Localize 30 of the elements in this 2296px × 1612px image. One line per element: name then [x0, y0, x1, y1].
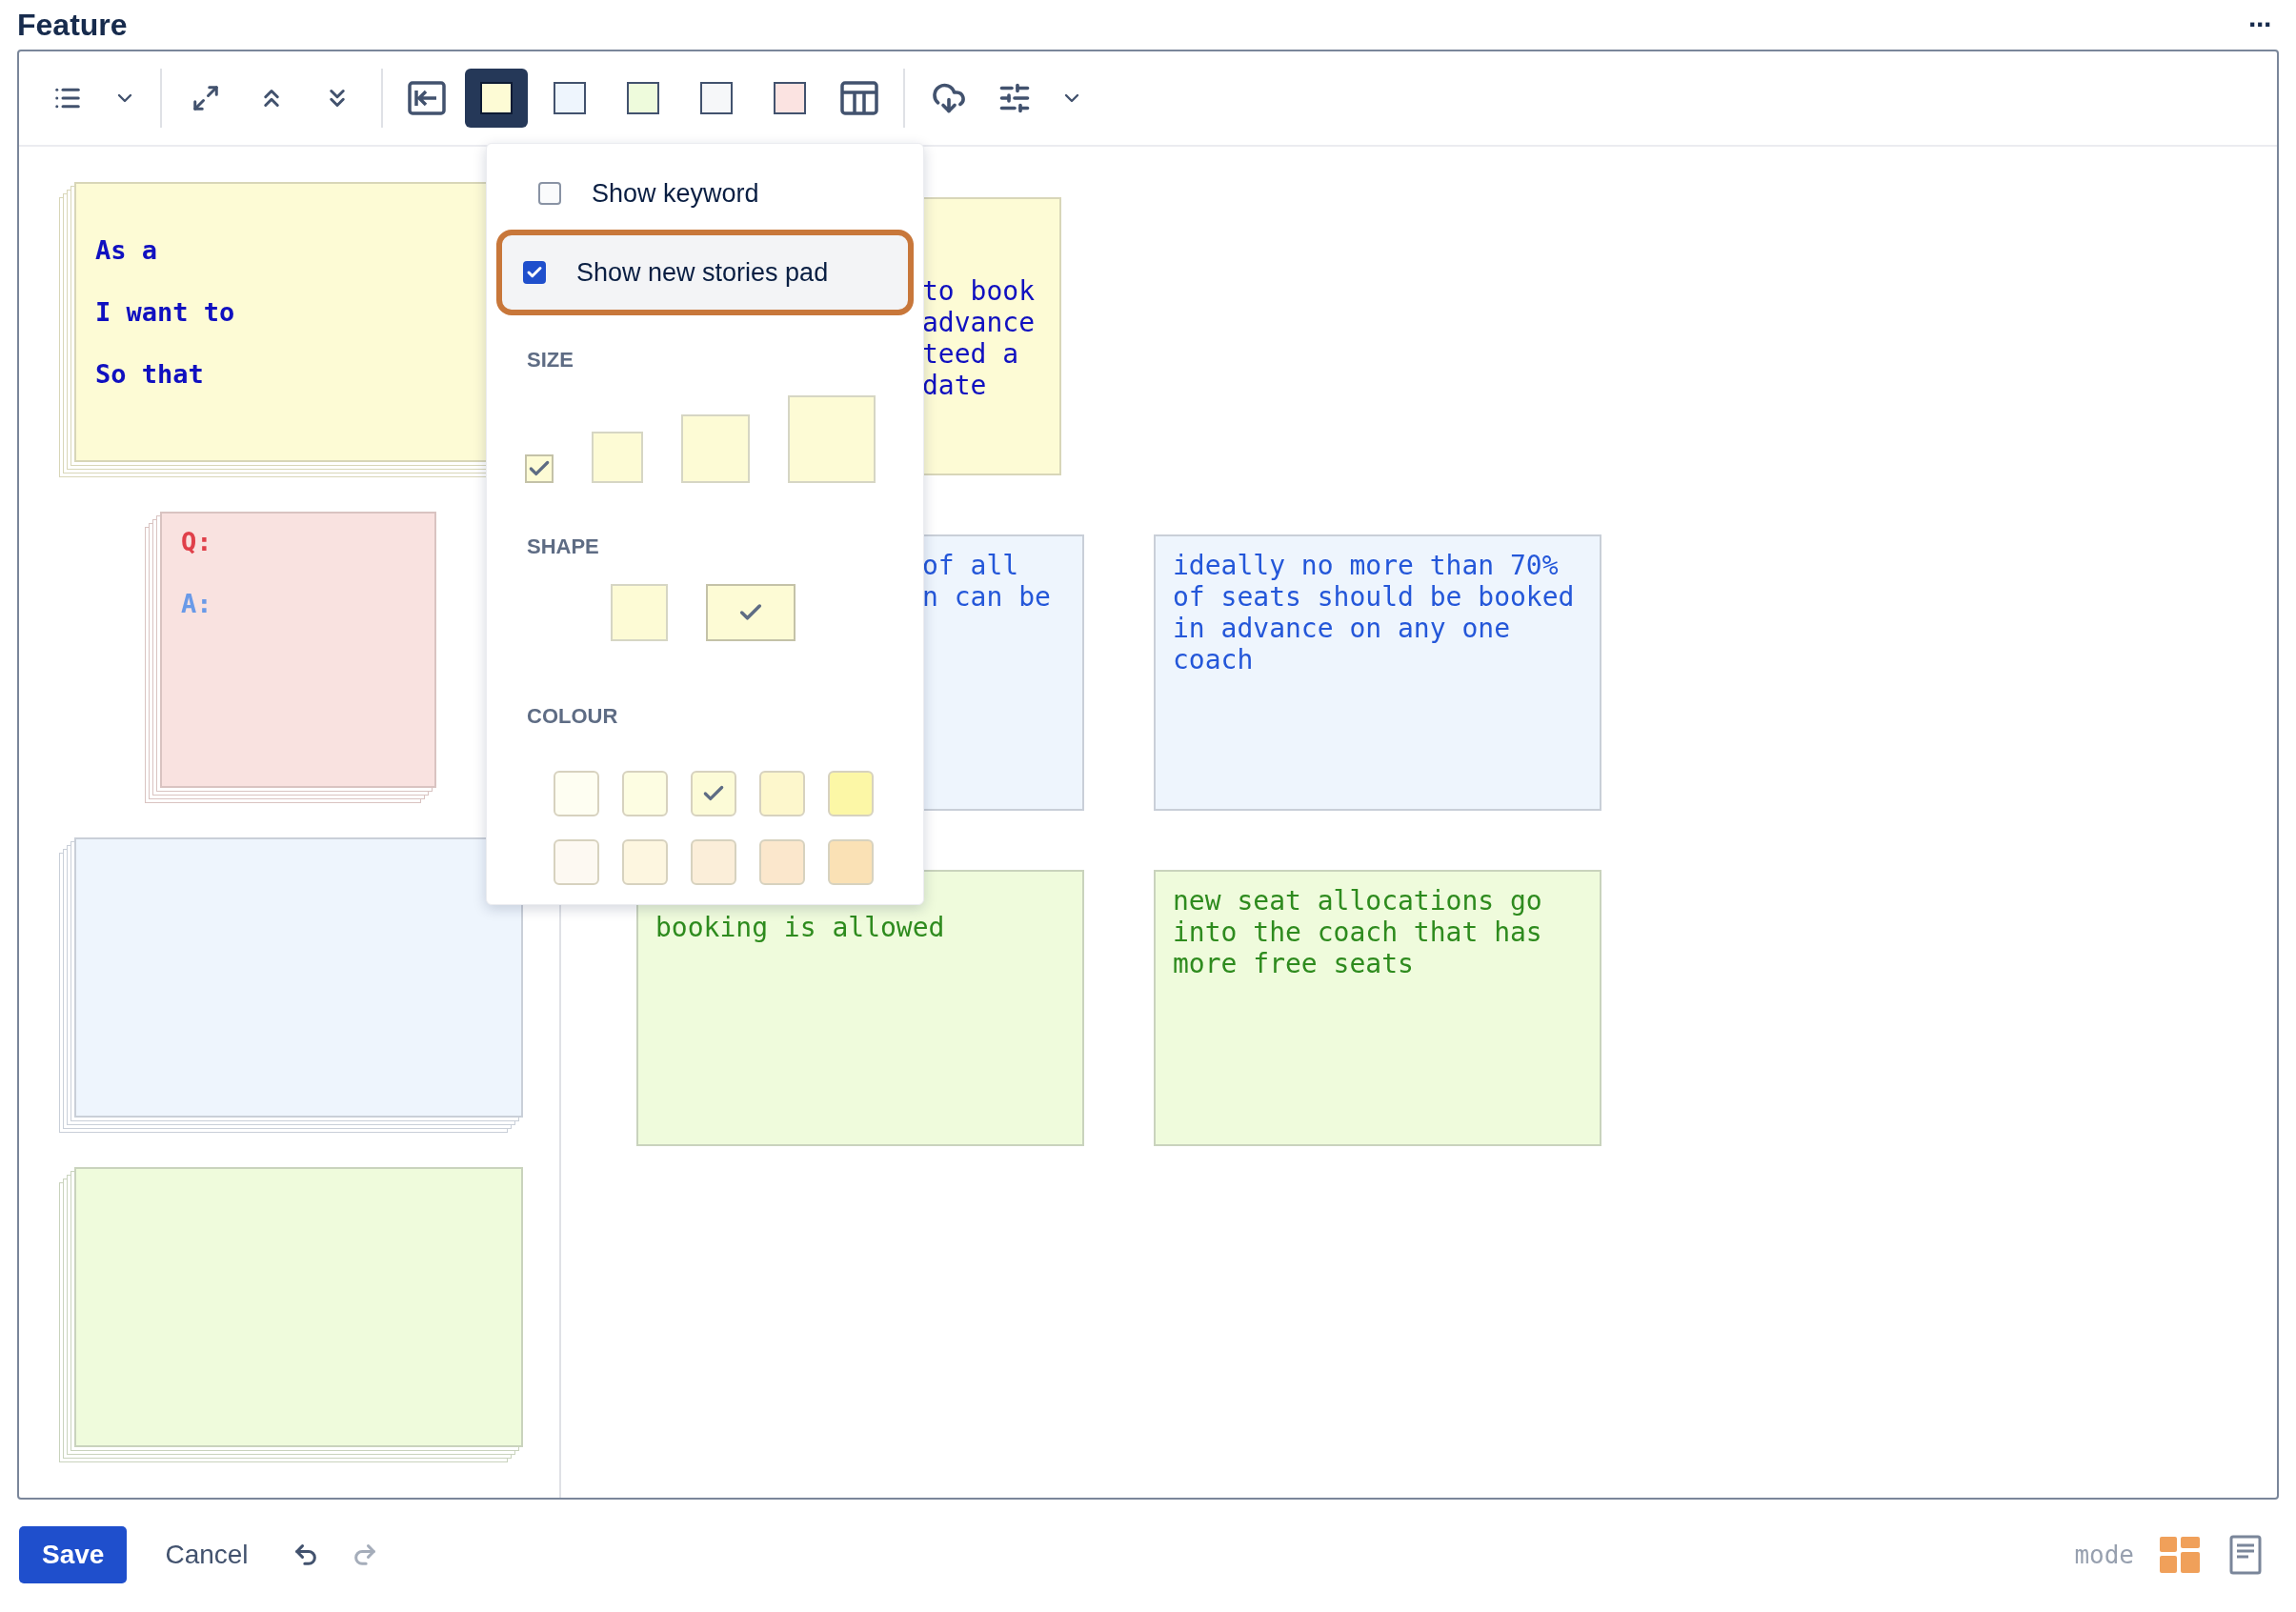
story-card[interactable]: ideally no more than 70% of seats should be booked in advance on any one coach — [1154, 534, 1601, 811]
card-text: new seat allocations go into the coach that has more free seats — [1173, 885, 1543, 979]
shape-option[interactable] — [611, 584, 668, 641]
card-text: booking is allowed — [655, 912, 946, 943]
pad-line: A: — [181, 589, 213, 618]
save-button[interactable]: Save — [19, 1526, 128, 1583]
section-heading: SHAPE — [526, 534, 600, 559]
colour-option[interactable] — [691, 771, 736, 816]
card-colour-button[interactable] — [465, 69, 528, 128]
feature-title: Feature — [17, 7, 128, 43]
card-text: ideally no more than 70% of seats should be booked in advance on any one coach — [1173, 550, 1576, 675]
card-text: of all n can be — [922, 550, 1052, 613]
checkbox[interactable] — [538, 182, 561, 205]
size-option[interactable] — [525, 454, 554, 483]
story-card[interactable]: new seat allocations go into the coach that has more free seats — [1154, 870, 1601, 1146]
pad-line: As a — [95, 235, 159, 265]
shape-option[interactable] — [706, 584, 796, 641]
card-text: to book advance teed a date — [922, 275, 1036, 401]
pad-line: Q: — [181, 527, 213, 556]
section-heading: SIZE — [526, 348, 574, 373]
cancel-button[interactable]: Cancel — [148, 1526, 266, 1583]
option-label: Show keyword — [592, 178, 759, 209]
pad-line: So that — [95, 359, 205, 389]
mode-label: mode — [2074, 1541, 2134, 1569]
story-card[interactable]: booking is allowed — [636, 870, 1084, 1146]
pad-line: I want to — [95, 297, 236, 327]
more-menu-button[interactable]: ··· — [2241, 9, 2279, 41]
option-label: Show new stories pad — [576, 257, 829, 288]
checkbox[interactable] — [523, 261, 546, 284]
section-heading: COLOUR — [526, 704, 619, 729]
